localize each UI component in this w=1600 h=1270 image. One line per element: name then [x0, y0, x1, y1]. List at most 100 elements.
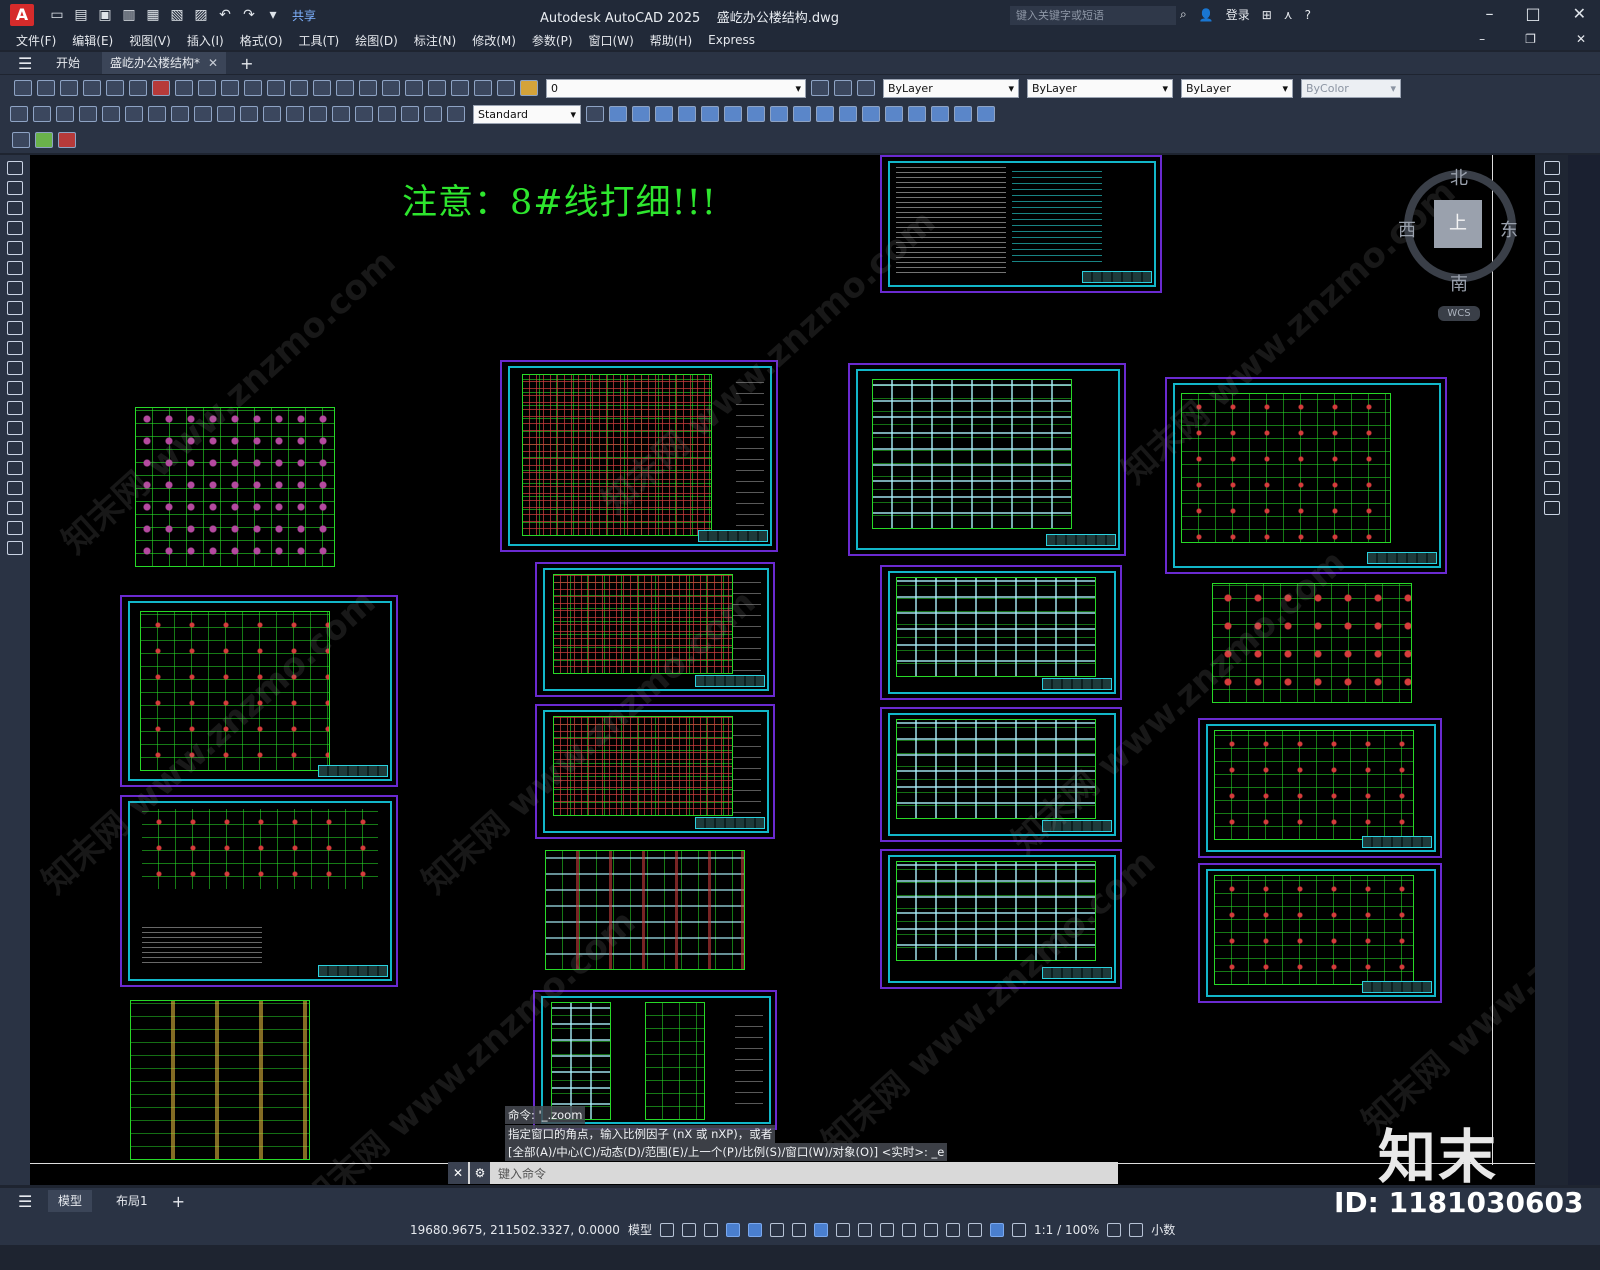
qnew-icon[interactable] — [14, 80, 32, 96]
menu-file[interactable]: 文件(F) — [16, 32, 56, 49]
presspull-icon[interactable] — [839, 106, 857, 122]
search-input[interactable]: 键入关键字或短语 — [1010, 6, 1176, 25]
break-point-icon[interactable] — [1543, 381, 1560, 395]
copy-object-icon[interactable] — [1543, 181, 1560, 195]
tab-layout1[interactable]: 布局1 — [106, 1190, 158, 1212]
gradient-icon[interactable] — [7, 461, 23, 475]
save-as-icon[interactable]: ▥ — [120, 7, 138, 23]
new-icon[interactable]: ▭ — [48, 7, 66, 23]
dim-update-icon[interactable] — [447, 106, 465, 122]
plotstyle-dropdown[interactable]: ByColor ▾ — [1301, 78, 1401, 98]
zoom-window-icon[interactable] — [336, 80, 354, 96]
maximize-icon[interactable]: □ — [1525, 4, 1540, 23]
command-close-icon[interactable]: ✕ — [448, 1162, 468, 1184]
menu-format[interactable]: 格式(O) — [240, 32, 283, 49]
break-icon[interactable] — [1543, 401, 1560, 415]
autocad-logo[interactable]: A — [10, 4, 34, 26]
sheet-slab-plan-2[interactable] — [535, 562, 775, 697]
plot-preview-icon[interactable] — [106, 80, 124, 96]
inspection-icon[interactable] — [355, 106, 373, 122]
column-plan-sketch[interactable] — [1212, 583, 1412, 703]
publish-icon[interactable]: ▧ — [168, 7, 186, 23]
slice-icon[interactable] — [862, 106, 880, 122]
menu-parametric[interactable]: 参数(P) — [532, 32, 573, 49]
annotation-visibility-icon[interactable] — [989, 1222, 1004, 1237]
properties-icon[interactable] — [382, 80, 400, 96]
user-icon[interactable]: 👤 — [1199, 8, 1214, 22]
radius-icon[interactable] — [102, 106, 120, 122]
tab-drawing[interactable]: 盛屹办公楼结构* ✕ — [102, 52, 227, 74]
point-icon[interactable] — [7, 421, 23, 435]
linear-dim-icon[interactable] — [10, 106, 28, 122]
line-icon[interactable] — [7, 161, 23, 175]
quick-dim-icon[interactable] — [194, 106, 212, 122]
help-icon[interactable]: ? — [1305, 8, 1311, 22]
dim-edit-icon[interactable] — [401, 106, 419, 122]
help-tool-icon[interactable] — [497, 80, 515, 96]
sheet-general-notes[interactable] — [880, 155, 1162, 293]
sweep-icon[interactable] — [724, 106, 742, 122]
new-tab-icon[interactable]: + — [240, 54, 253, 73]
3d-osnap-icon[interactable] — [901, 1222, 916, 1237]
attribute-icon[interactable] — [58, 132, 76, 148]
app-menu-icon[interactable]: ☰ — [18, 54, 34, 73]
undo-tool-icon[interactable] — [244, 80, 262, 96]
ordinate-icon[interactable] — [79, 106, 97, 122]
angular-icon[interactable] — [171, 106, 189, 122]
design-center-icon[interactable] — [405, 80, 423, 96]
array-icon[interactable] — [1543, 241, 1560, 255]
annotation-monitor-icon[interactable] — [1129, 1222, 1144, 1237]
lineweight-dropdown[interactable]: ByLayer ▾ — [1181, 78, 1293, 98]
menu-dimension[interactable]: 标注(N) — [414, 32, 456, 49]
region-icon[interactable] — [7, 481, 23, 495]
layer-previous-icon[interactable] — [834, 80, 852, 96]
chamfer-icon[interactable] — [1543, 441, 1560, 455]
insert-block-icon[interactable] — [35, 132, 53, 148]
revision-cloud-icon[interactable] — [7, 301, 23, 315]
workspace-icon[interactable] — [1107, 1222, 1122, 1237]
jogged-icon[interactable] — [125, 106, 143, 122]
menu-insert[interactable]: 插入(I) — [187, 32, 224, 49]
command-customize-icon[interactable]: ⚙ — [470, 1162, 490, 1184]
share-button[interactable]: 共享 — [292, 7, 316, 24]
snap-icon[interactable] — [681, 1222, 696, 1237]
tolerance-icon[interactable] — [309, 106, 327, 122]
solid-box-icon[interactable] — [609, 106, 627, 122]
loft-icon[interactable] — [747, 106, 765, 122]
save-file-icon[interactable] — [60, 80, 78, 96]
layer-properties-icon[interactable] — [520, 80, 538, 96]
menu-window[interactable]: 窗口(W) — [589, 32, 634, 49]
mtext-icon[interactable] — [7, 521, 23, 535]
sheet-foundation-details[interactable] — [120, 795, 398, 987]
coordinates-readout[interactable]: 19680.9675, 211502.3327, 0.0000 — [410, 1223, 620, 1237]
solid-cone-icon[interactable] — [655, 106, 673, 122]
arc-icon[interactable] — [7, 261, 23, 275]
publish-file-icon[interactable] — [129, 80, 147, 96]
tab-close-icon[interactable]: ✕ — [208, 56, 218, 70]
cart-icon[interactable]: ⊞ — [1262, 8, 1272, 22]
fillet-icon[interactable] — [1543, 461, 1560, 475]
intersect-icon[interactable] — [816, 106, 834, 122]
solid-wedge-icon[interactable] — [632, 106, 650, 122]
make-current-icon[interactable] — [811, 80, 829, 96]
infer-icon[interactable] — [703, 1222, 718, 1237]
sheet-slab-plan-1[interactable] — [500, 360, 778, 552]
sheet-roof-beam-plan[interactable] — [880, 849, 1122, 989]
calculator-icon[interactable] — [474, 80, 492, 96]
gizmo-icon[interactable] — [967, 1222, 982, 1237]
sheet-beam-plan-2[interactable] — [880, 565, 1122, 700]
roof-plan-sketch[interactable] — [545, 850, 745, 970]
column-detail-sketches[interactable] — [130, 1000, 310, 1160]
open-file-icon[interactable] — [37, 80, 55, 96]
move-icon[interactable] — [1543, 261, 1560, 275]
dim-style-icon[interactable] — [586, 106, 604, 122]
pan-icon[interactable] — [290, 80, 308, 96]
sheet-set-icon[interactable] — [451, 80, 469, 96]
selection-filter-icon[interactable] — [945, 1222, 960, 1237]
dim-text-edit-icon[interactable] — [424, 106, 442, 122]
lineweight-icon[interactable] — [835, 1222, 850, 1237]
ortho-icon[interactable] — [747, 1222, 762, 1237]
union-icon[interactable] — [770, 106, 788, 122]
aligned-dim-icon[interactable] — [33, 106, 51, 122]
foundation-plan-sketch[interactable] — [135, 407, 335, 567]
